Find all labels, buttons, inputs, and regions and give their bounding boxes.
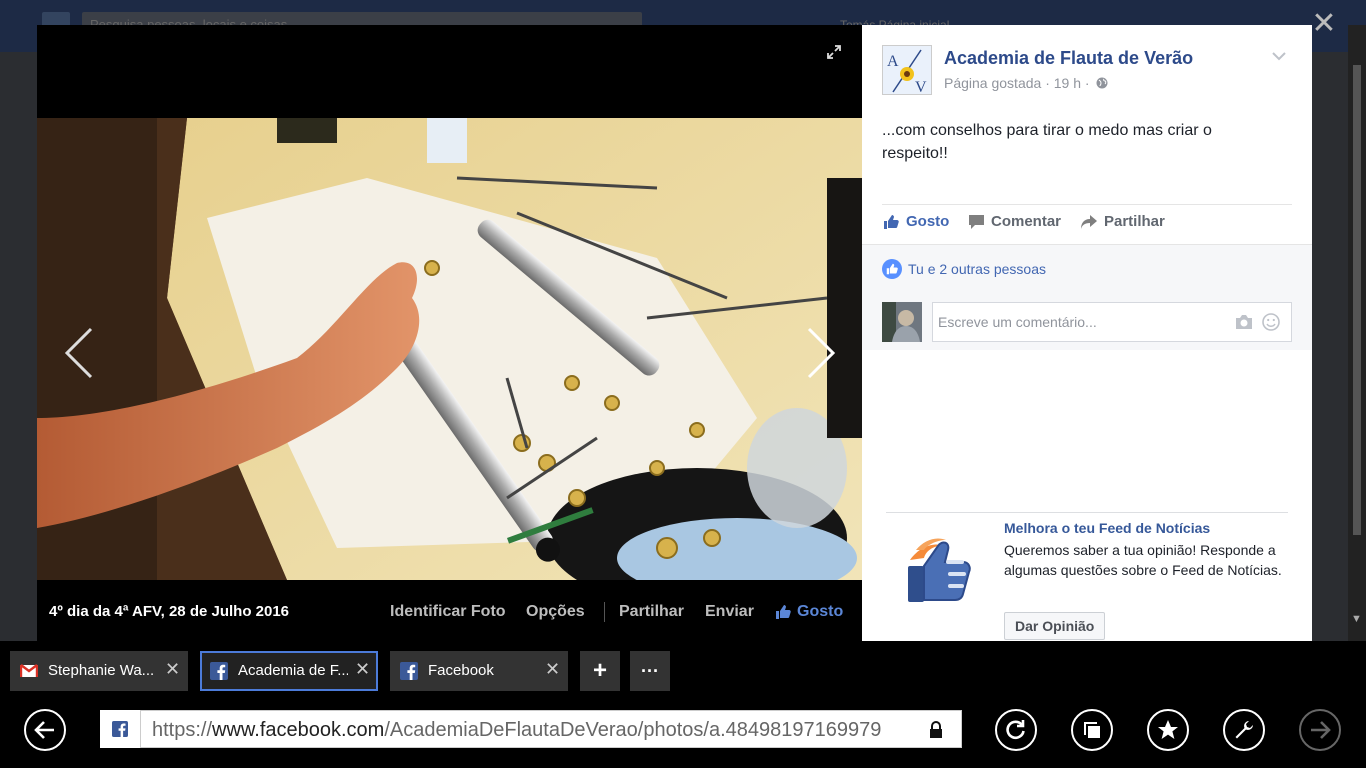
- page-scrollbar[interactable]: ▼: [1348, 25, 1366, 641]
- browser-tab-strip: Stephanie Wa... ✕ Academia de F... ✕ Fac…: [0, 641, 1366, 701]
- tab-label: Stephanie Wa...: [48, 662, 155, 679]
- refresh-icon: [1006, 720, 1025, 740]
- tabs-icon: [1084, 722, 1100, 738]
- emoji-icon[interactable]: [1262, 313, 1280, 331]
- post-panel: A V Academia de Flauta de Verão Página g…: [862, 25, 1312, 641]
- options-link[interactable]: Opções: [526, 603, 585, 621]
- camera-icon[interactable]: [1235, 314, 1253, 330]
- promo-text: Queremos saber a tua opinião! Responde a…: [1004, 542, 1282, 578]
- close-tab-icon[interactable]: ✕: [355, 659, 370, 680]
- facebook-icon: [112, 721, 128, 737]
- tab-label: Facebook: [428, 662, 494, 679]
- gmail-icon: [20, 664, 38, 677]
- like-label: Gosto: [906, 213, 950, 230]
- comment-label: Comentar: [991, 213, 1062, 230]
- new-tab-button[interactable]: +: [580, 651, 620, 691]
- close-tab-icon[interactable]: ✕: [165, 659, 180, 680]
- share-link[interactable]: Partilhar: [619, 603, 684, 621]
- site-favicon: [100, 710, 140, 748]
- facebook-icon: [400, 662, 418, 680]
- globe-icon: [1096, 77, 1108, 89]
- forward-button[interactable]: [1299, 709, 1341, 751]
- photo-viewer: 4º dia da 4ª AFV, 28 de Julho 2016 Ident…: [37, 25, 862, 641]
- favorites-button[interactable]: [1147, 709, 1189, 751]
- url-path: /AcademiaDeFlautaDeVerao/photos/a.484981…: [384, 719, 882, 741]
- share-button[interactable]: Partilhar: [1080, 213, 1165, 230]
- tab-label: Academia de F...: [238, 662, 348, 679]
- photo: [37, 118, 862, 580]
- forward-arrow-icon: [1311, 721, 1331, 739]
- comment-box: [932, 302, 1292, 342]
- send-link[interactable]: Enviar: [705, 603, 754, 621]
- tab-gmail[interactable]: Stephanie Wa... ✕: [10, 651, 188, 691]
- url-field[interactable]: https://www.facebook.com/AcademiaDeFlaut…: [140, 710, 962, 748]
- photo-like-button[interactable]: Gosto: [775, 603, 843, 621]
- give-feedback-button[interactable]: Dar Opinião: [1004, 612, 1106, 640]
- photo-action-bar: 4º dia da 4ª AFV, 28 de Julho 2016 Ident…: [37, 585, 862, 641]
- star-icon: [1158, 720, 1178, 739]
- thumbs-up-icon: [884, 214, 899, 229]
- wrench-icon: [1235, 721, 1253, 739]
- promo-title-link[interactable]: Melhora o teu Feed de Notícias: [1004, 520, 1210, 536]
- divider: [882, 204, 1292, 205]
- comment-input[interactable]: [933, 303, 1229, 341]
- close-tab-icon[interactable]: ✕: [545, 659, 560, 680]
- scrollbar-thumb[interactable]: [1353, 65, 1361, 535]
- refresh-button[interactable]: [995, 709, 1037, 751]
- thumbs-up-illustration-icon: [908, 538, 971, 602]
- tab-academia[interactable]: Academia de F... ✕: [200, 651, 378, 691]
- page-logo-image: A V: [883, 46, 931, 95]
- back-button[interactable]: [24, 709, 66, 751]
- previous-photo-icon[interactable]: [61, 325, 97, 381]
- post-text: ...com conselhos para tirar o medo mas c…: [882, 122, 1212, 162]
- photo-caption: 4º dia da 4ª AFV, 28 de Julho 2016: [49, 603, 290, 620]
- scroll-down-icon[interactable]: ▼: [1351, 613, 1362, 625]
- back-arrow-icon: [34, 721, 54, 739]
- separator: [604, 602, 605, 622]
- page-name-link[interactable]: Academia de Flauta de Verão: [944, 48, 1193, 69]
- thumbs-up-icon: [776, 605, 791, 619]
- post-meta-text: Página gostada · 19 h ·: [944, 75, 1090, 91]
- tab-facebook[interactable]: Facebook ✕: [390, 651, 568, 691]
- comments-section: Tu e 2 outras pessoas: [862, 244, 1312, 350]
- like-button[interactable]: Gosto: [882, 213, 949, 230]
- divider: [886, 512, 1288, 513]
- likes-summary[interactable]: Tu e 2 outras pessoas: [882, 259, 1046, 279]
- post-meta: Página gostada · 19 h ·: [944, 75, 1108, 91]
- comment-button[interactable]: Comentar: [968, 213, 1061, 230]
- like-badge-icon: [882, 259, 902, 279]
- svg-text:A: A: [887, 53, 899, 70]
- likes-summary-text: Tu e 2 outras pessoas: [908, 261, 1047, 277]
- share-label: Partilhar: [1104, 213, 1165, 230]
- tag-photo-link[interactable]: Identificar Foto: [390, 603, 506, 621]
- photo-like-label: Gosto: [797, 603, 844, 620]
- tab-more-button[interactable]: ···: [630, 651, 670, 691]
- photo-image: [37, 118, 862, 580]
- lock-icon[interactable]: [929, 721, 943, 739]
- chevron-down-icon[interactable]: [1270, 49, 1288, 63]
- url-text[interactable]: https://www.facebook.com/AcademiaDeFlaut…: [152, 719, 917, 742]
- avatar: [882, 302, 922, 342]
- facebook-icon: [210, 662, 228, 680]
- tabs-button[interactable]: [1071, 709, 1113, 751]
- close-icon[interactable]: ✕: [1310, 9, 1338, 39]
- url-host: www.facebook.com: [212, 719, 385, 741]
- expand-icon[interactable]: [827, 45, 841, 59]
- url-prefix: https://: [152, 719, 213, 741]
- tools-button[interactable]: [1223, 709, 1265, 751]
- next-photo-icon[interactable]: [803, 325, 839, 381]
- page-avatar[interactable]: A V: [882, 45, 932, 95]
- comment-icon: [969, 214, 984, 229]
- address-bar: https://www.facebook.com/AcademiaDeFlaut…: [0, 701, 1366, 768]
- svg-text:V: V: [915, 79, 927, 95]
- share-icon: [1081, 214, 1097, 229]
